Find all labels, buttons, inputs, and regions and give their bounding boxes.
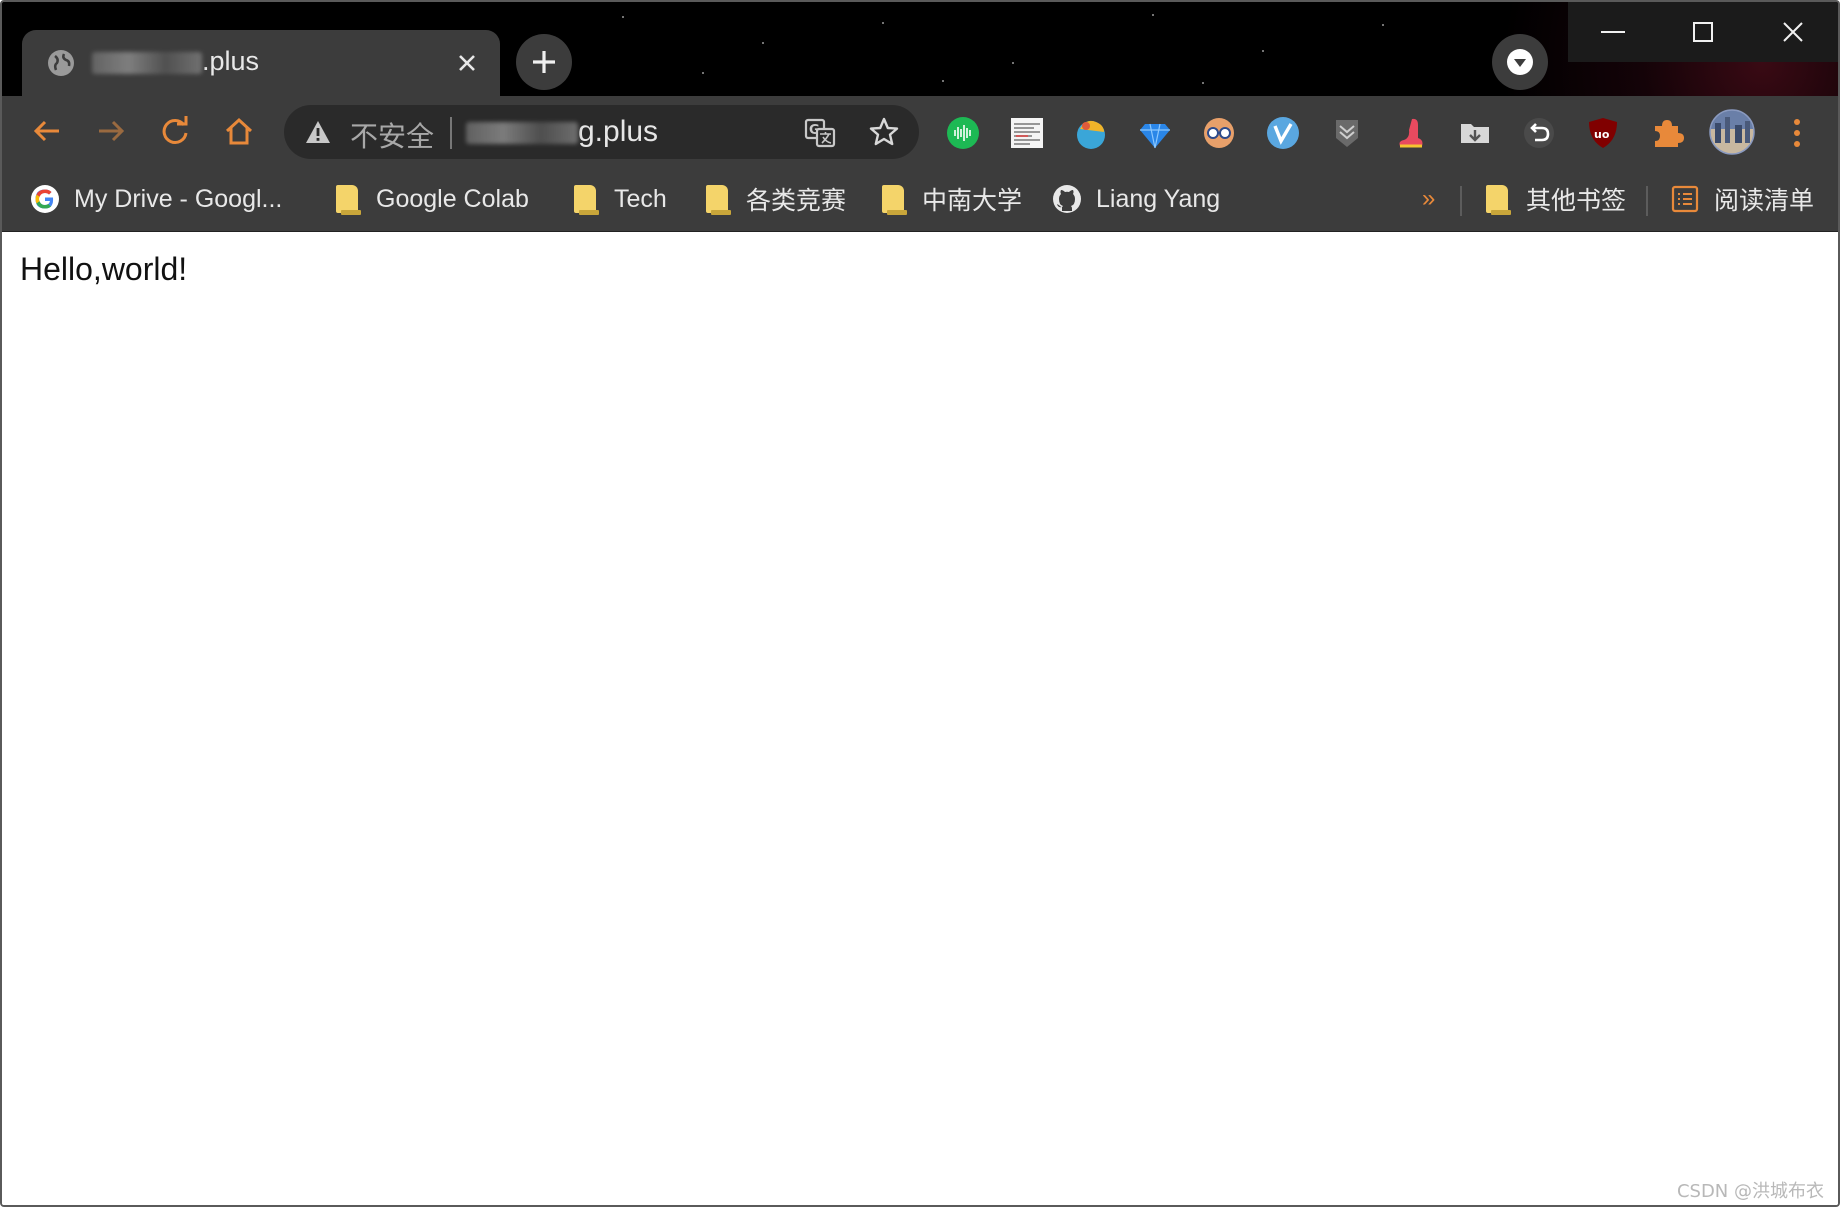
folder-icon xyxy=(1482,184,1512,215)
puzzle-extensions-icon[interactable] xyxy=(1648,114,1686,152)
new-tab-button[interactable] xyxy=(516,34,572,90)
watermark: CSDN @洪城布衣 xyxy=(1676,1181,1824,1202)
divider xyxy=(1460,186,1462,216)
bookmark-label: 中南大学 xyxy=(922,187,1023,215)
bookmark-label: My Drive - Googl... xyxy=(74,184,283,213)
bookmark-label: Liang Yang xyxy=(1096,184,1221,213)
security-label[interactable]: 不安全 xyxy=(350,115,434,155)
bookmark-competitions[interactable]: 各类竞赛 xyxy=(702,178,846,220)
profile-avatar[interactable] xyxy=(1708,108,1756,156)
minimize-icon xyxy=(1601,31,1625,33)
minimize-button[interactable] xyxy=(1568,2,1658,62)
bookmark-my-drive[interactable]: My Drive - Googl... xyxy=(30,178,282,220)
folder-download-extension-icon[interactable] xyxy=(1456,114,1494,152)
github-icon xyxy=(1052,184,1082,214)
tab-close-button[interactable] xyxy=(450,46,484,80)
home-icon xyxy=(225,117,253,145)
bookmarks-overflow-button[interactable]: » xyxy=(1422,178,1435,220)
bookmark-csu[interactable]: 中南大学 xyxy=(878,178,1022,220)
redacted-text xyxy=(466,122,578,145)
globe-icon xyxy=(48,50,74,76)
folder-icon xyxy=(332,184,362,215)
chevron-shield-extension-icon[interactable] xyxy=(1328,114,1366,152)
address-bar[interactable]: 不安全 g.plus G xyxy=(284,105,919,159)
bookmark-label: 各类竞赛 xyxy=(746,187,847,215)
title-bar: .plus xyxy=(2,2,1838,96)
reload-icon xyxy=(162,116,188,144)
translate-icon[interactable]: G xyxy=(804,117,836,149)
close-window-button[interactable] xyxy=(1748,2,1838,62)
diamond-extension-icon[interactable] xyxy=(1136,114,1174,152)
bookmark-label: Google Colab xyxy=(376,184,529,213)
bookmark-liang-yang[interactable]: Liang Yang xyxy=(1052,178,1220,220)
folder-icon xyxy=(878,184,908,215)
ublock-origin-icon[interactable]: uo xyxy=(1584,114,1622,152)
bookmark-tech[interactable]: Tech xyxy=(570,178,667,220)
page-content: Hello,world! CSDN @洪城布衣 xyxy=(2,233,1838,1205)
glasses-extension-icon[interactable] xyxy=(1200,114,1238,152)
reload-button[interactable] xyxy=(152,108,198,154)
tab-search-button[interactable] xyxy=(1492,34,1548,90)
toolbar: 不安全 g.plus G uo xyxy=(2,96,1838,166)
maximize-button[interactable] xyxy=(1658,2,1748,62)
v-extension-icon[interactable] xyxy=(1264,114,1302,152)
bookmarks-bar: My Drive - Googl... Google Colab Tech 各类… xyxy=(2,166,1838,232)
close-icon xyxy=(1783,22,1803,42)
dropdown-circle-icon xyxy=(1507,49,1533,75)
warning-icon[interactable] xyxy=(304,119,332,145)
kebab-menu-icon xyxy=(1794,119,1800,147)
google-icon xyxy=(30,184,60,214)
audio-extension-icon[interactable] xyxy=(944,114,982,152)
maximize-icon xyxy=(1693,22,1713,42)
svg-text:uo: uo xyxy=(1594,128,1610,141)
tab-title: .plus xyxy=(92,46,259,77)
active-tab[interactable]: .plus xyxy=(22,30,500,96)
bookmark-label: 阅读清单 xyxy=(1714,187,1815,215)
close-icon xyxy=(459,55,475,71)
ball-extension-icon[interactable] xyxy=(1072,114,1110,152)
back-arrow-icon xyxy=(33,120,59,142)
back-button[interactable] xyxy=(24,108,70,154)
browser-window: .plus 不安全 g.plus G uo My Drive - Googl..… xyxy=(0,0,1840,1207)
divider xyxy=(1646,186,1648,216)
redacted-text xyxy=(92,51,202,74)
bookmark-google-colab[interactable]: Google Colab xyxy=(332,178,529,220)
bookmark-other[interactable]: 其他书签 xyxy=(1482,178,1626,220)
page-text: Hello,world! xyxy=(20,251,188,287)
plus-icon xyxy=(533,51,555,73)
divider xyxy=(450,117,452,149)
bookmark-label: Tech xyxy=(614,184,667,213)
bookmark-label: 其他书签 xyxy=(1526,187,1627,215)
forward-button[interactable] xyxy=(88,108,134,154)
folder-icon xyxy=(570,184,600,215)
star-bookmark-icon[interactable] xyxy=(868,116,900,148)
home-button[interactable] xyxy=(216,108,262,154)
reading-list-icon xyxy=(1670,184,1700,214)
undo-extension-icon[interactable] xyxy=(1520,114,1558,152)
reader-extension-icon[interactable] xyxy=(1008,114,1046,152)
folder-icon xyxy=(702,184,732,215)
forward-arrow-icon xyxy=(99,120,125,142)
url-text[interactable]: g.plus xyxy=(466,115,658,149)
more-menu-button[interactable] xyxy=(1778,114,1816,152)
reading-list-button[interactable]: 阅读清单 xyxy=(1670,178,1814,220)
boot-extension-icon[interactable] xyxy=(1392,114,1430,152)
